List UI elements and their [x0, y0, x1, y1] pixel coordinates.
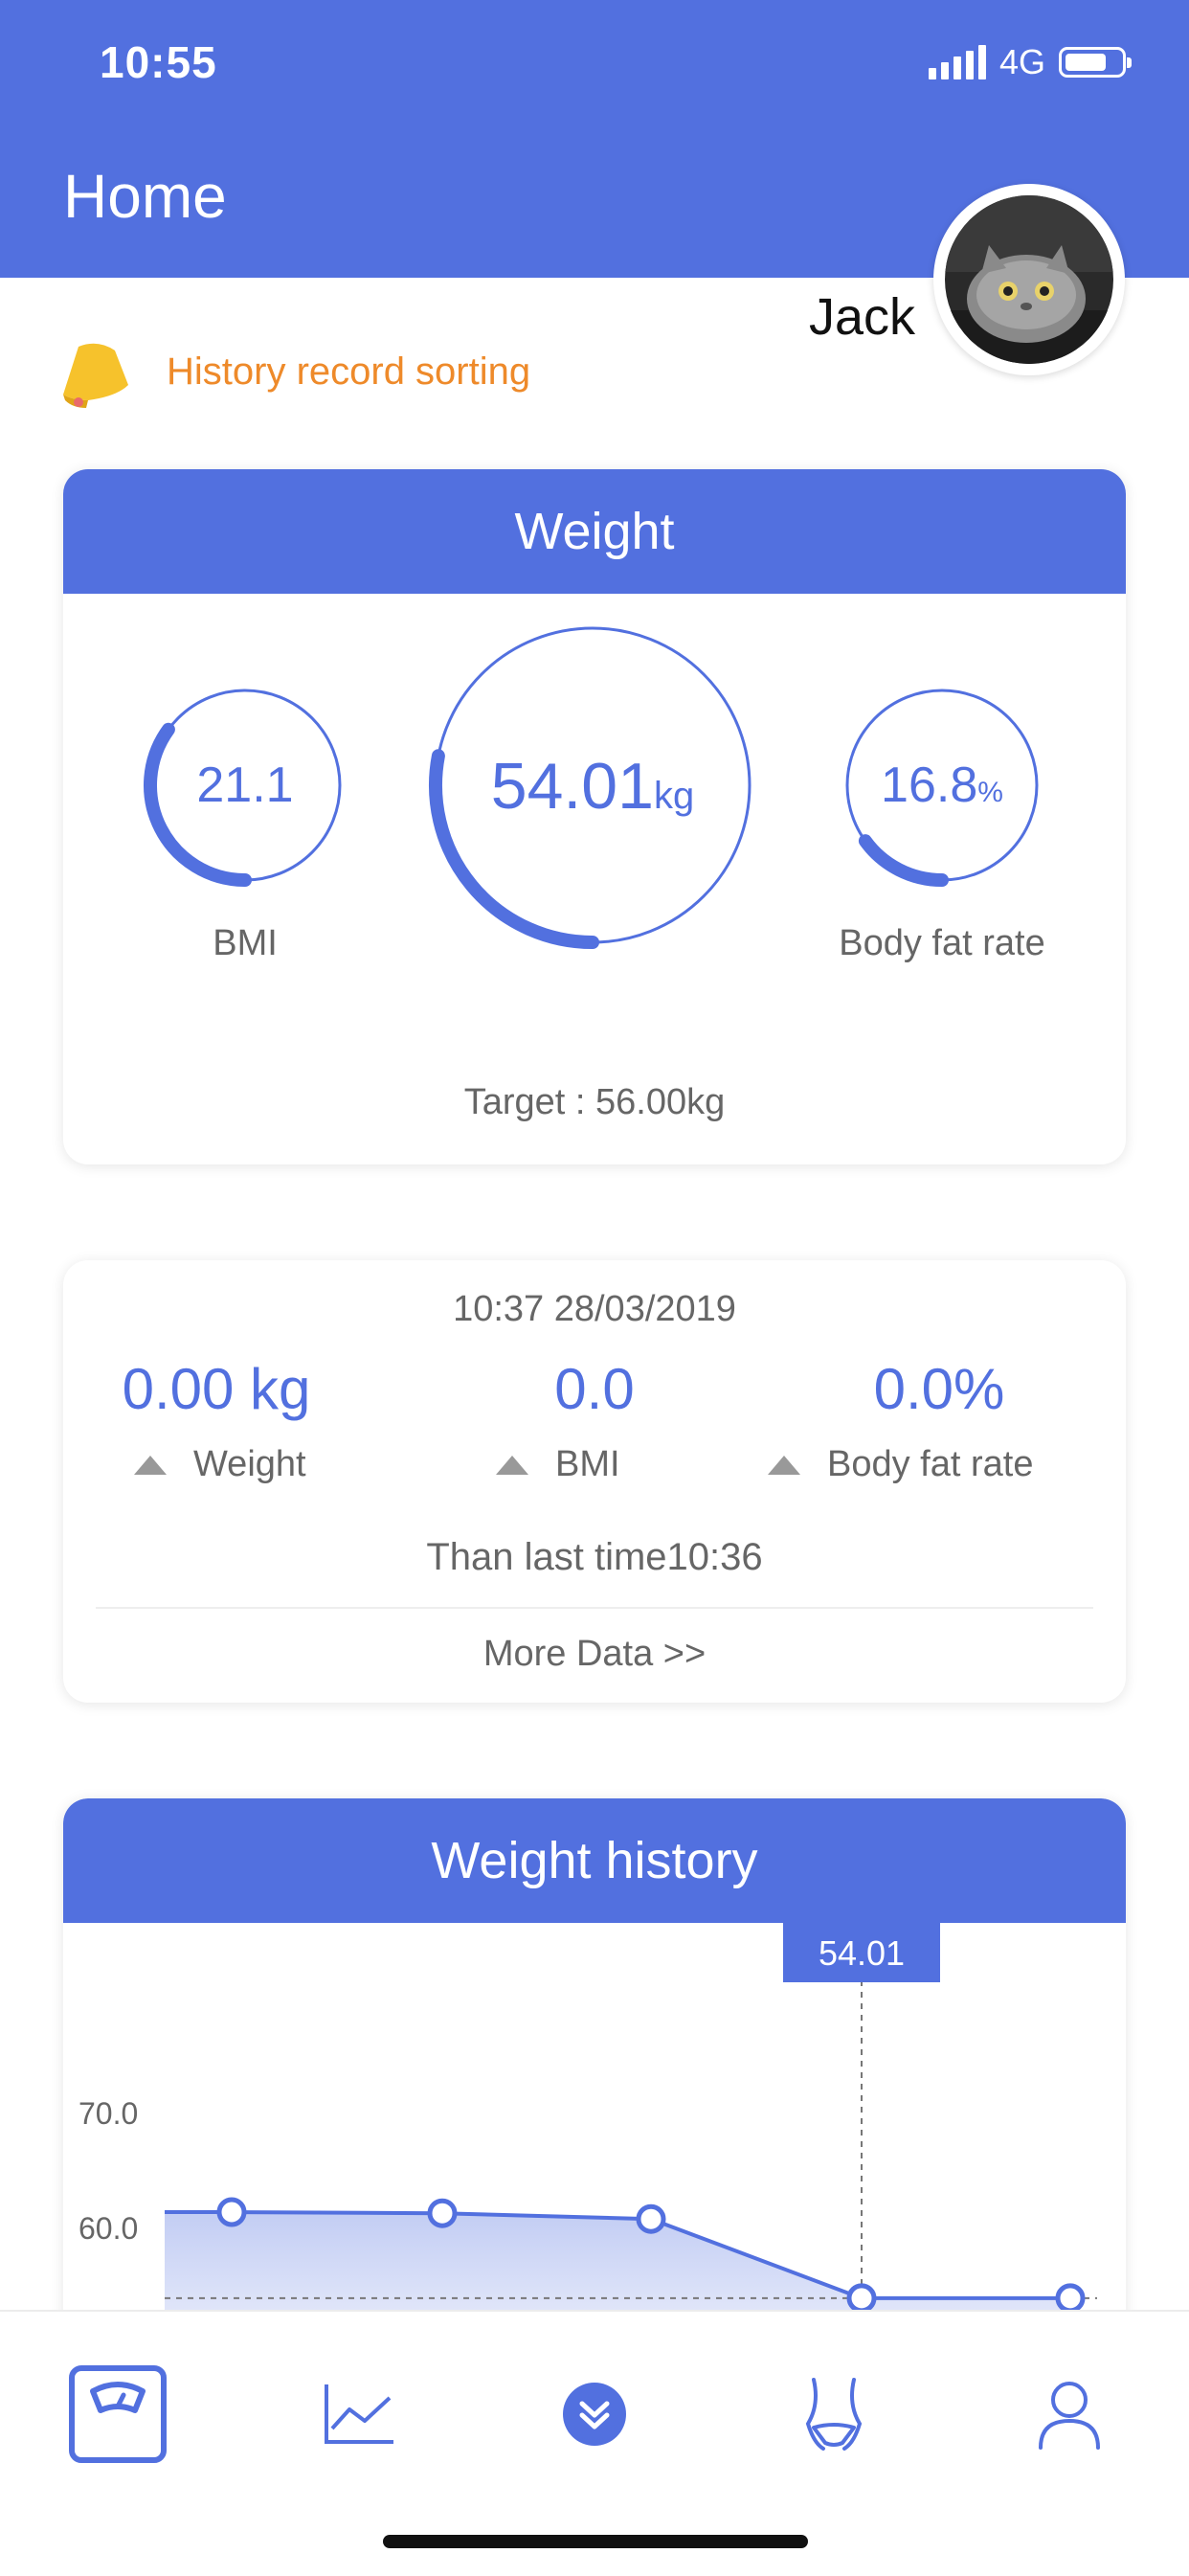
more-data-link[interactable]: More Data >>: [63, 1620, 1126, 1687]
bmi-change-label-text: BMI: [555, 1444, 620, 1484]
body-icon: [805, 2378, 863, 2451]
bodyfat-change-value: 0.0%: [873, 1357, 1005, 1421]
target-weight: Target : 56.00kg: [463, 1082, 726, 1122]
bmi-change-value: 0.0: [554, 1357, 635, 1421]
than-last-time: Than last time10:36: [426, 1536, 763, 1578]
compare-datetime: 10:37 28/03/2019: [453, 1289, 736, 1329]
battery-icon: [1059, 47, 1132, 78]
tab-measure[interactable]: [542, 2361, 647, 2467]
bodyfat-unit: %: [977, 777, 1003, 808]
bmi-label: BMI: [213, 923, 278, 963]
y-tick-label: 60.0: [79, 2211, 138, 2246]
tab-profile[interactable]: [1017, 2361, 1122, 2467]
bodyfat-value: 16.8: [881, 757, 978, 813]
y-tick-label: 70.0: [79, 2096, 138, 2131]
scale-icon: [69, 2365, 167, 2463]
network-label: 4G: [998, 42, 1045, 81]
up-triangle-icon: [134, 1455, 167, 1475]
weight-value: 54.01: [490, 750, 654, 823]
weight-history-title: Weight history: [63, 1798, 1126, 1923]
weight-unit: kg: [653, 775, 695, 817]
bodyfat-change-label: Body fat rate: [768, 1444, 1033, 1485]
weight-value-wrap: 54.01 kg: [437, 749, 749, 824]
status-time: 10:55: [100, 37, 217, 87]
history-point: [216, 2197, 247, 2227]
history-point: [846, 2283, 877, 2314]
up-triangle-icon: [768, 1455, 800, 1475]
bodyfat-label: Body fat rate: [839, 923, 1045, 963]
status-bar-right: 4G: [928, 38, 1132, 86]
username: Jack: [809, 288, 916, 346]
bodyfat-change-label-text: Body fat rate: [827, 1444, 1034, 1484]
chevrons-down-icon: [563, 2383, 626, 2446]
history-point: [636, 2203, 666, 2234]
history-point: [427, 2198, 458, 2228]
tab-weigh[interactable]: [65, 2361, 170, 2467]
bmi-value-wrap: 21.1: [149, 757, 341, 814]
avatar[interactable]: [933, 184, 1125, 375]
weight-change-label-text: Weight: [193, 1444, 306, 1484]
history-point: [1055, 2283, 1086, 2314]
bmi-value: 21.1: [196, 757, 294, 813]
tab-body[interactable]: [781, 2361, 886, 2467]
notice-history-sorting[interactable]: History record sorting: [167, 350, 530, 394]
bell-icon: [63, 343, 128, 408]
signal-icon: [928, 45, 986, 79]
weight-history-card: Weight history 70.060.050.054.01: [63, 1798, 1126, 2392]
cat-avatar-image: [945, 195, 1113, 364]
weight-change-value: 0.00 kg: [122, 1357, 311, 1421]
compare-card: 10:37 28/03/2019 0.00 kg 0.0 0.0% Weight…: [63, 1260, 1126, 1703]
weight-change-label: Weight: [134, 1444, 306, 1485]
tab-trends[interactable]: [306, 2361, 412, 2467]
bodyfat-ring-progress: [858, 834, 949, 887]
user-icon: [1039, 2382, 1100, 2450]
bodyfat-value-wrap: 16.8 %: [846, 757, 1038, 814]
bmi-change-label: BMI: [496, 1444, 620, 1485]
page-title: Home: [63, 162, 227, 231]
trend-chart-icon: [325, 2384, 393, 2444]
weight-card: Weight 21.1 54.01 kg 16.8 % BMI Body fat…: [63, 469, 1126, 1164]
up-triangle-icon: [496, 1455, 528, 1475]
highlight-tooltip-label: 54.01: [819, 1933, 905, 1973]
home-indicator: [383, 2535, 808, 2548]
divider: [96, 1607, 1093, 1609]
